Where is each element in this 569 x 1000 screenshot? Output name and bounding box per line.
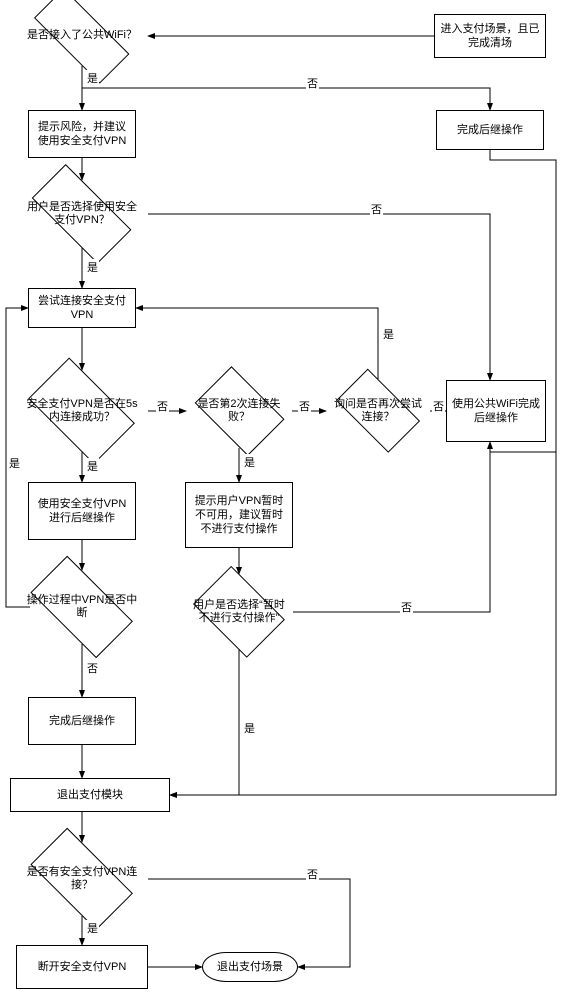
decision-has-vpn: 是否有安全支付VPN连接？ bbox=[16, 842, 148, 916]
process-try-vpn-text: 尝试连接安全支付VPN bbox=[33, 294, 131, 323]
process-exit-module-text: 退出支付模块 bbox=[57, 788, 123, 802]
decision-public-wifi-text: 是否接入了公共WiFi？ bbox=[21, 29, 143, 42]
decision-has-vpn-text: 是否有安全支付VPN连接？ bbox=[16, 866, 148, 892]
decision-public-wifi: 是否接入了公共WiFi？ bbox=[16, 6, 148, 66]
decision-5s-connect-text: 安全支付VPN是否在5s内连接成功？ bbox=[16, 398, 148, 424]
process-vpn-unavailable-text: 提示用户VPN暂时不可用，建议暂时不进行支付操作 bbox=[190, 494, 288, 537]
process-complete-left: 完成后继操作 bbox=[28, 697, 136, 745]
process-use-vpn-text: 使用安全支付VPN进行后继操作 bbox=[33, 497, 131, 526]
edge-label: 否 bbox=[370, 201, 383, 217]
process-disconnect-vpn: 断开安全支付VPN bbox=[16, 945, 148, 989]
edge-label: 否 bbox=[400, 599, 413, 615]
decision-skip-payment: 用户是否选择“暂时不进行支付操作” bbox=[185, 574, 293, 650]
decision-choose-vpn-text: 用户是否选择使用安全支付VPN？ bbox=[16, 201, 148, 227]
edge-label: 否 bbox=[156, 398, 169, 414]
process-complete-right-text: 完成后继操作 bbox=[457, 123, 523, 137]
process-complete-right: 完成后继操作 bbox=[436, 110, 544, 150]
decision-ask-retry-text: 询问是否再次尝试连接？ bbox=[326, 398, 430, 424]
process-public-wifi-text: 使用公共WiFi完成后继操作 bbox=[451, 397, 541, 426]
process-risk-prompt: 提示风险，并建议使用安全支付VPN bbox=[28, 110, 136, 158]
process-enter-scene-text: 进入支付场景，且已完成清场 bbox=[439, 22, 541, 51]
decision-choose-vpn: 用户是否选择使用安全支付VPN？ bbox=[16, 180, 148, 248]
edge-label: 是 bbox=[243, 454, 256, 470]
process-vpn-unavailable: 提示用户VPN暂时不可用，建议暂时不进行支付操作 bbox=[185, 482, 293, 548]
edge-label: 是 bbox=[86, 70, 99, 86]
process-complete-left-text: 完成后继操作 bbox=[49, 714, 115, 728]
terminator-exit-scene-text: 退出支付场景 bbox=[217, 960, 283, 974]
decision-vpn-interrupted: 操作过程中VPN是否中断 bbox=[16, 570, 148, 644]
edge-label: 是 bbox=[86, 458, 99, 474]
terminator-exit-scene: 退出支付场景 bbox=[202, 952, 298, 982]
process-risk-prompt-text: 提示风险，并建议使用安全支付VPN bbox=[33, 120, 131, 149]
edge-label: 否 bbox=[432, 398, 445, 414]
decision-second-fail: 是否第2次连接失败？ bbox=[186, 374, 292, 448]
edge-label: 是 bbox=[382, 326, 395, 342]
edge-label: 否 bbox=[298, 398, 311, 414]
process-enter-scene: 进入支付场景，且已完成清场 bbox=[434, 14, 546, 58]
edge-label: 是 bbox=[86, 259, 99, 275]
process-public-wifi: 使用公共WiFi完成后继操作 bbox=[446, 380, 546, 442]
edge-label: 是 bbox=[243, 720, 256, 736]
decision-vpn-interrupted-text: 操作过程中VPN是否中断 bbox=[16, 594, 148, 620]
edge-label: 否 bbox=[306, 75, 319, 91]
decision-skip-payment-text: 用户是否选择“暂时不进行支付操作” bbox=[185, 599, 293, 625]
process-try-vpn: 尝试连接安全支付VPN bbox=[28, 288, 136, 328]
edge-label: 是 bbox=[86, 920, 99, 936]
decision-5s-connect: 安全支付VPN是否在5s内连接成功？ bbox=[16, 370, 148, 452]
edge-label: 否 bbox=[306, 866, 319, 882]
edge-label: 是 bbox=[8, 455, 21, 471]
process-use-vpn: 使用安全支付VPN进行后继操作 bbox=[28, 482, 136, 540]
decision-second-fail-text: 是否第2次连接失败？ bbox=[186, 398, 292, 424]
process-disconnect-vpn-text: 断开安全支付VPN bbox=[38, 960, 127, 974]
process-exit-module: 退出支付模块 bbox=[10, 778, 170, 812]
decision-ask-retry: 询问是否再次尝试连接？ bbox=[326, 379, 430, 443]
edge-label: 否 bbox=[86, 660, 99, 676]
